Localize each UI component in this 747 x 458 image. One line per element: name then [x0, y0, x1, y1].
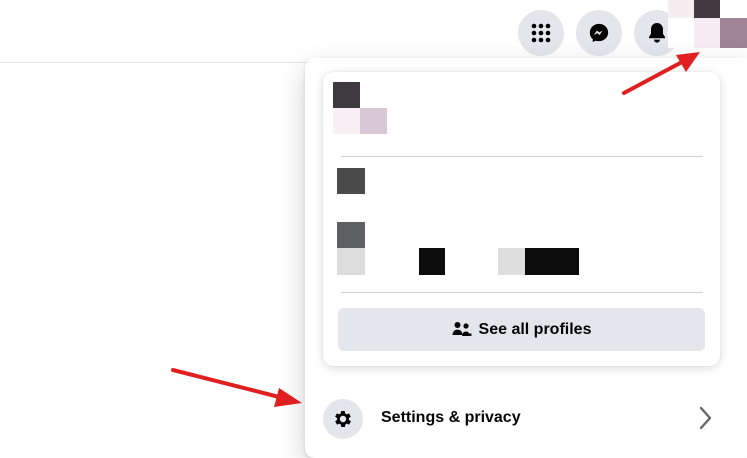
grid-menu-icon — [531, 23, 551, 43]
profile-avatar — [333, 82, 387, 134]
profile-avatar — [337, 168, 365, 194]
profiles-divider-bottom — [341, 292, 703, 293]
bell-icon — [649, 23, 665, 43]
top-navigation-bar — [0, 0, 747, 63]
messenger-button[interactable] — [576, 10, 622, 56]
see-all-profiles-button[interactable]: See all profiles — [338, 308, 705, 351]
gear-icon — [335, 411, 351, 427]
annotation-arrow-to-settings — [171, 368, 302, 407]
chevron-right-icon — [699, 406, 712, 430]
account-avatar-button[interactable] — [668, 0, 747, 48]
account-dropdown-menu: See all profiles Settings & privacy — [305, 58, 747, 458]
profile-list-item[interactable] — [337, 168, 377, 198]
messenger-icon — [589, 23, 609, 43]
profiles-card: See all profiles — [323, 72, 720, 366]
settings-privacy-item[interactable]: Settings & privacy — [323, 393, 723, 441]
settings-privacy-label: Settings & privacy — [381, 409, 521, 426]
redacted-profile-name — [498, 248, 525, 275]
menu-button[interactable] — [518, 10, 564, 56]
redacted-profile-name — [525, 248, 579, 275]
profiles-divider-top — [341, 156, 703, 157]
profile-avatar — [337, 222, 365, 277]
see-all-profiles-label: See all profiles — [478, 320, 592, 338]
current-profile-row[interactable] — [333, 82, 393, 134]
profile-avatar — [668, 0, 747, 48]
redacted-profile-name — [419, 248, 445, 275]
profile-list-item[interactable] — [337, 222, 597, 277]
settings-icon-container — [323, 399, 363, 439]
profiles-icon — [452, 321, 472, 336]
